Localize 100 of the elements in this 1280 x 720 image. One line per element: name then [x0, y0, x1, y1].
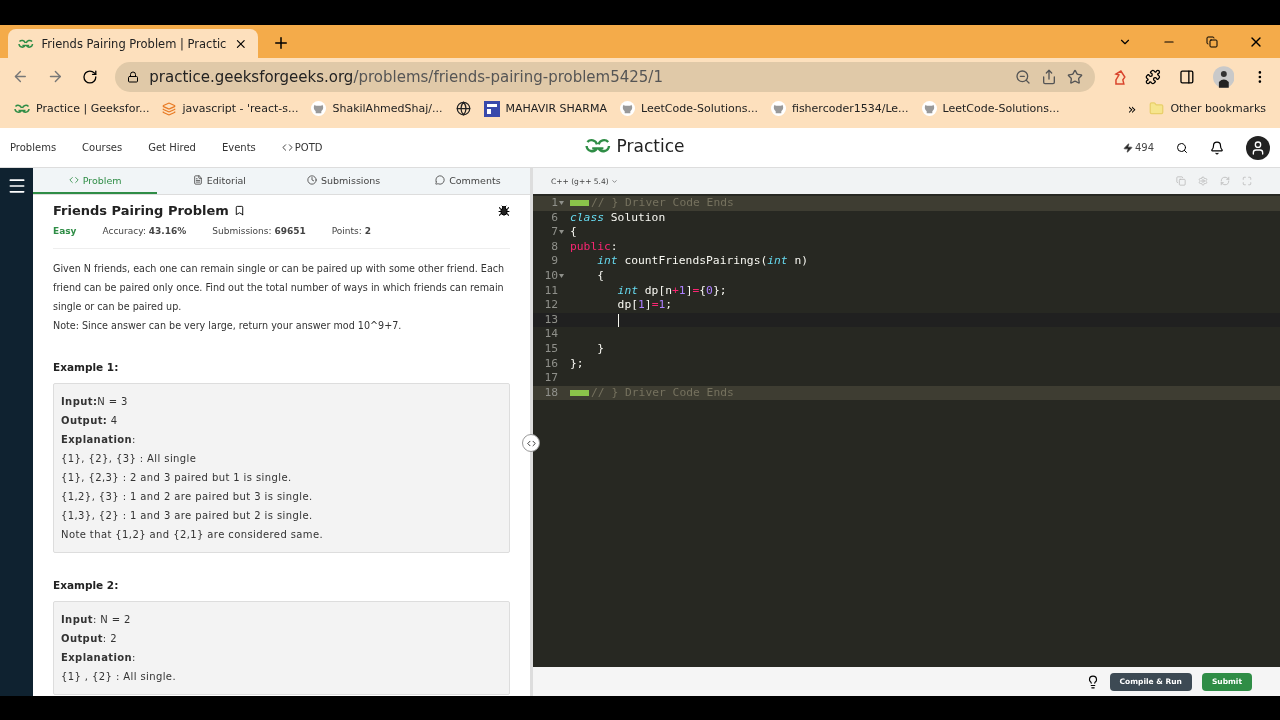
chess-knight-icon[interactable] [1113, 68, 1128, 85]
more-bookmarks[interactable]: » [1127, 100, 1137, 117]
bookmark[interactable]: LeetCode-Solutions... [921, 101, 1060, 116]
tab-title: Friends Pairing Problem | Practic [41, 36, 227, 51]
back-icon[interactable] [12, 68, 29, 85]
gfg-logo-icon [585, 138, 611, 154]
example-line: Note that {1,2} and {2,1} are considered same. [61, 528, 325, 542]
stack-icon [162, 101, 177, 116]
code-token: + [672, 283, 679, 299]
star-icon[interactable] [1067, 68, 1084, 85]
nav-link[interactable]: Courses [82, 142, 123, 153]
example-line: Input: N = 2 [61, 613, 132, 627]
address-bar[interactable]: practice.geeksforgeeks.org/problems/friends-pairing-problem5425/1 [115, 61, 1096, 92]
side-panel-icon[interactable] [1178, 68, 1195, 85]
line-number: 11 [543, 283, 558, 299]
caret-icon [610, 177, 618, 185]
problem-tab[interactable]: Comments [405, 168, 530, 194]
lock-icon [127, 70, 140, 83]
line-number: 6 [550, 210, 558, 226]
bookmark[interactable]: MAHAVIR SHARMA [483, 100, 607, 117]
code-token: dp[ [616, 298, 638, 313]
code-token: = [692, 283, 700, 299]
extensions-icon[interactable] [1145, 68, 1161, 85]
fold-arrow-icon[interactable] [559, 201, 564, 205]
nav-link[interactable]: POTD [281, 142, 323, 153]
bookmark[interactable]: Practice | Geeksfor... [14, 102, 150, 115]
description-text: Note: Since answer can be very large, return your answer mod 10^9+7. [53, 319, 403, 333]
description-text: Given N friends, each one can remain single or can be paired up with some other friend. Each friend can be paired only once. Find out the total number of ways in which friends can remain single or can be paired up. [53, 262, 506, 314]
code-token: 1 [638, 298, 645, 313]
example-line: Explanation: [61, 433, 137, 447]
bookmark[interactable]: fishercoder1534/Le... [770, 101, 909, 116]
example-heading: Example 2: [53, 579, 120, 591]
code-token: : [610, 239, 618, 255]
code-token: ; [665, 298, 673, 313]
streak-count: 494 [1122, 142, 1154, 153]
fold-marker[interactable] [570, 389, 589, 396]
bookmark[interactable]: javascript - 'react-s... [162, 101, 299, 116]
line-number: 8 [550, 239, 558, 255]
code-token: int [616, 283, 638, 299]
fold-arrow-icon[interactable] [559, 273, 564, 278]
example-heading: Example 1: [53, 361, 120, 373]
app-icon [483, 100, 500, 117]
line-number: 9 [550, 254, 558, 269]
other-bookmarks[interactable]: Other bookmarks [1149, 101, 1266, 116]
code-token: 0 [706, 283, 713, 299]
fold-marker[interactable] [570, 200, 589, 206]
bell-icon[interactable] [1210, 140, 1224, 155]
stat-text: Submissions: 69651 [212, 226, 306, 236]
problem-tab[interactable]: Problem [33, 168, 158, 194]
share-icon[interactable] [1041, 68, 1058, 85]
example-line: Output: 4 [61, 414, 119, 428]
logo-text: Practice [616, 136, 685, 156]
code-token: { [596, 268, 604, 284]
code-token: class [570, 210, 604, 226]
code-token: }; [570, 356, 584, 372]
code-token: = [651, 298, 659, 313]
profile-avatar[interactable] [1212, 65, 1235, 88]
zoom-icon[interactable] [1015, 68, 1032, 85]
line-number: 15 [543, 341, 558, 357]
search-icon[interactable] [1176, 141, 1188, 154]
globe-icon [455, 101, 471, 116]
stat-text: Points: 2 [331, 226, 371, 236]
code-token: { [570, 225, 577, 240]
code-icon [526, 438, 536, 448]
nav-link[interactable]: Problems [10, 142, 57, 153]
fold-arrow-icon[interactable] [559, 230, 564, 235]
bookmark[interactable]: LeetCode-Solutions... [620, 101, 758, 116]
bookmark[interactable]: ShakilAhmedShaj/... [311, 101, 443, 116]
new-tab-icon[interactable] [272, 34, 290, 52]
example-line: Explanation: [61, 651, 137, 665]
user-avatar[interactable] [1246, 135, 1270, 160]
code-token: } [596, 341, 604, 357]
reload-icon[interactable] [81, 68, 98, 85]
gfg-logo-icon [18, 38, 34, 49]
stat-text: Accuracy: 43.16% [102, 226, 187, 236]
url-text: practice.geeksforgeeks.org/problems/friends-pairing-problem5425/1 [149, 67, 664, 86]
resize-handle[interactable] [522, 434, 540, 452]
bookmark-label: ShakilAhmedShaj/... [332, 102, 443, 115]
example-line: Output: 2 [61, 632, 118, 646]
example-line: {1} , {2} : All single. [61, 670, 177, 684]
text-cursor [617, 313, 619, 327]
bug-icon[interactable] [498, 204, 510, 217]
restore-icon[interactable] [1206, 35, 1218, 48]
nav-link[interactable]: Get Hired [148, 142, 196, 153]
bookmark-label: LeetCode-Solutions... [641, 102, 758, 115]
example-line: {1,2}, {3} : 1 and 2 are paired but 3 is single. [61, 490, 314, 504]
code-token: 1 [658, 298, 666, 313]
folder-icon [1149, 101, 1165, 116]
code-token: int [767, 254, 788, 269]
line-number: 7 [550, 225, 558, 240]
nav-link[interactable]: Events [221, 142, 256, 153]
bookmark[interactable] [455, 101, 471, 116]
code-token: 1 [678, 283, 686, 299]
bookmark-icon[interactable] [233, 205, 245, 216]
lightning-icon [1122, 142, 1133, 153]
bookmark-label: Other bookmarks [1170, 102, 1266, 115]
problem-tab[interactable]: Editorial [157, 168, 282, 194]
browser-tab[interactable]: Friends Pairing Problem | Practic [8, 29, 258, 58]
problem-tab[interactable]: Submissions [281, 168, 406, 194]
code-icon [281, 142, 293, 153]
